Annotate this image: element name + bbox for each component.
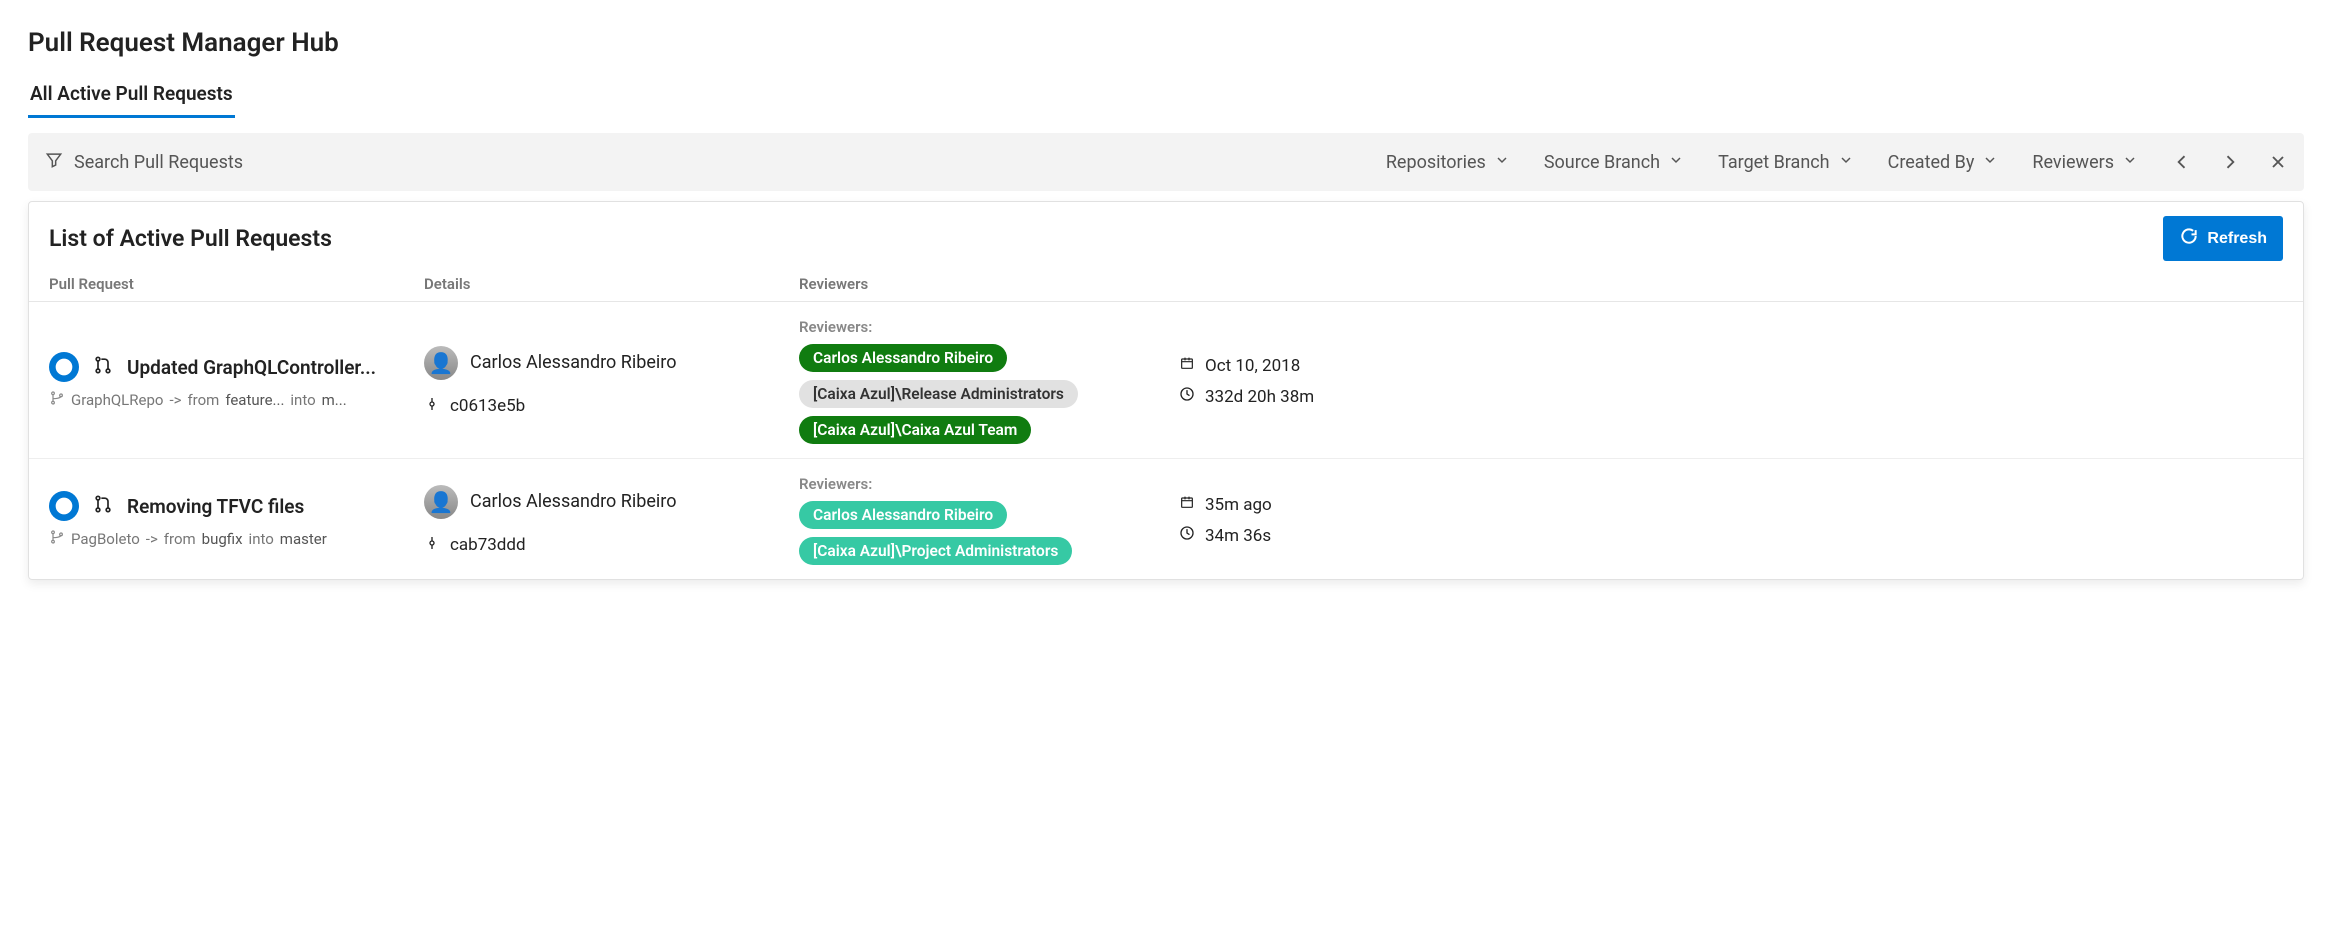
avatar: 👤 xyxy=(424,346,458,380)
reviewers-label: Reviewers: xyxy=(799,475,1179,493)
pullrequest-icon xyxy=(93,355,113,379)
filter-prev-button[interactable] xyxy=(2172,152,2192,172)
reviewer-badge[interactable]: Carlos Alessandro Ribeiro xyxy=(799,344,1007,372)
filter-repositories[interactable]: Repositories xyxy=(1386,152,1510,173)
clock-icon xyxy=(1179,525,1195,546)
reviewers-label: Reviewers: xyxy=(799,318,1179,336)
tabs: All Active Pull Requests xyxy=(28,76,2304,119)
source-branch: bugfix xyxy=(202,530,243,548)
refresh-icon xyxy=(2179,226,2199,251)
search-input[interactable]: Search Pull Requests xyxy=(44,150,1352,175)
filter-target-branch[interactable]: Target Branch xyxy=(1718,152,1854,173)
search-placeholder: Search Pull Requests xyxy=(74,152,243,173)
filter-label: Created By xyxy=(1888,152,1975,173)
commit-hash: c0613e5b xyxy=(450,396,525,416)
filter-next-button[interactable] xyxy=(2220,152,2240,172)
card-title: List of Active Pull Requests xyxy=(49,225,332,252)
pr-title: Updated GraphQLController... xyxy=(127,356,376,379)
source-branch: feature... xyxy=(225,391,284,409)
commit-icon xyxy=(424,396,440,417)
filter-label: Repositories xyxy=(1386,152,1486,173)
target-branch: m... xyxy=(322,391,347,409)
pullrequest-icon xyxy=(93,494,113,518)
filter-source-branch[interactable]: Source Branch xyxy=(1544,152,1684,173)
refresh-label: Refresh xyxy=(2207,230,2267,248)
clock-icon xyxy=(1179,386,1195,407)
age: 332d 20h 38m xyxy=(1205,387,1314,407)
branch-icon xyxy=(49,529,65,549)
table-row[interactable]: Removing TFVC files PagBoleto -> from bu… xyxy=(29,459,2303,579)
chevron-down-icon xyxy=(2122,152,2138,173)
branch-icon xyxy=(49,390,65,410)
table-row[interactable]: Updated GraphQLController... GraphQLRepo… xyxy=(29,302,2303,459)
status-pending-icon xyxy=(49,352,79,382)
creation-date: Oct 10, 2018 xyxy=(1205,356,1300,376)
calendar-icon xyxy=(1179,494,1195,515)
age: 34m 36s xyxy=(1205,526,1271,546)
refresh-button[interactable]: Refresh xyxy=(2163,216,2283,261)
repo-name: PagBoleto xyxy=(71,530,140,548)
reviewer-badge[interactable]: [Caixa Azul]\Release Administrators xyxy=(799,380,1078,408)
target-branch: master xyxy=(280,530,327,548)
reviewer-badge[interactable]: [Caixa Azul]\Caixa Azul Team xyxy=(799,416,1031,444)
creation-date: 35m ago xyxy=(1205,495,1272,515)
column-header-reviewers: Reviewers xyxy=(799,275,1179,293)
chevron-down-icon xyxy=(1838,152,1854,173)
calendar-icon xyxy=(1179,355,1195,376)
filter-label: Target Branch xyxy=(1718,152,1830,173)
chevron-down-icon xyxy=(1982,152,1998,173)
reviewer-badge[interactable]: [Caixa Azul]\Project Administrators xyxy=(799,537,1072,565)
filter-icon xyxy=(44,150,64,175)
commit-hash: cab73ddd xyxy=(450,535,526,555)
chevron-down-icon xyxy=(1494,152,1510,173)
page-title: Pull Request Manager Hub xyxy=(28,28,2304,58)
filter-created-by[interactable]: Created By xyxy=(1888,152,1999,173)
repo-name: GraphQLRepo xyxy=(71,391,163,409)
filter-label: Source Branch xyxy=(1544,152,1660,173)
filter-reviewers[interactable]: Reviewers xyxy=(2032,152,2138,173)
filter-label: Reviewers xyxy=(2032,152,2114,173)
chevron-down-icon xyxy=(1668,152,1684,173)
author-name: Carlos Alessandro Ribeiro xyxy=(470,352,676,373)
pr-title: Removing TFVC files xyxy=(127,495,304,518)
author-name: Carlos Alessandro Ribeiro xyxy=(470,491,676,512)
status-pending-icon xyxy=(49,491,79,521)
column-header-details: Details xyxy=(424,275,799,293)
commit-icon xyxy=(424,535,440,556)
pr-list-card: List of Active Pull Requests Refresh Pul… xyxy=(28,201,2304,580)
tab-all-active[interactable]: All Active Pull Requests xyxy=(28,76,235,118)
filter-bar: Search Pull Requests Repositories Source… xyxy=(28,133,2304,191)
column-header-pr: Pull Request xyxy=(49,275,424,293)
reviewer-badge[interactable]: Carlos Alessandro Ribeiro xyxy=(799,501,1007,529)
avatar: 👤 xyxy=(424,485,458,519)
filter-clear-button[interactable] xyxy=(2268,152,2288,172)
